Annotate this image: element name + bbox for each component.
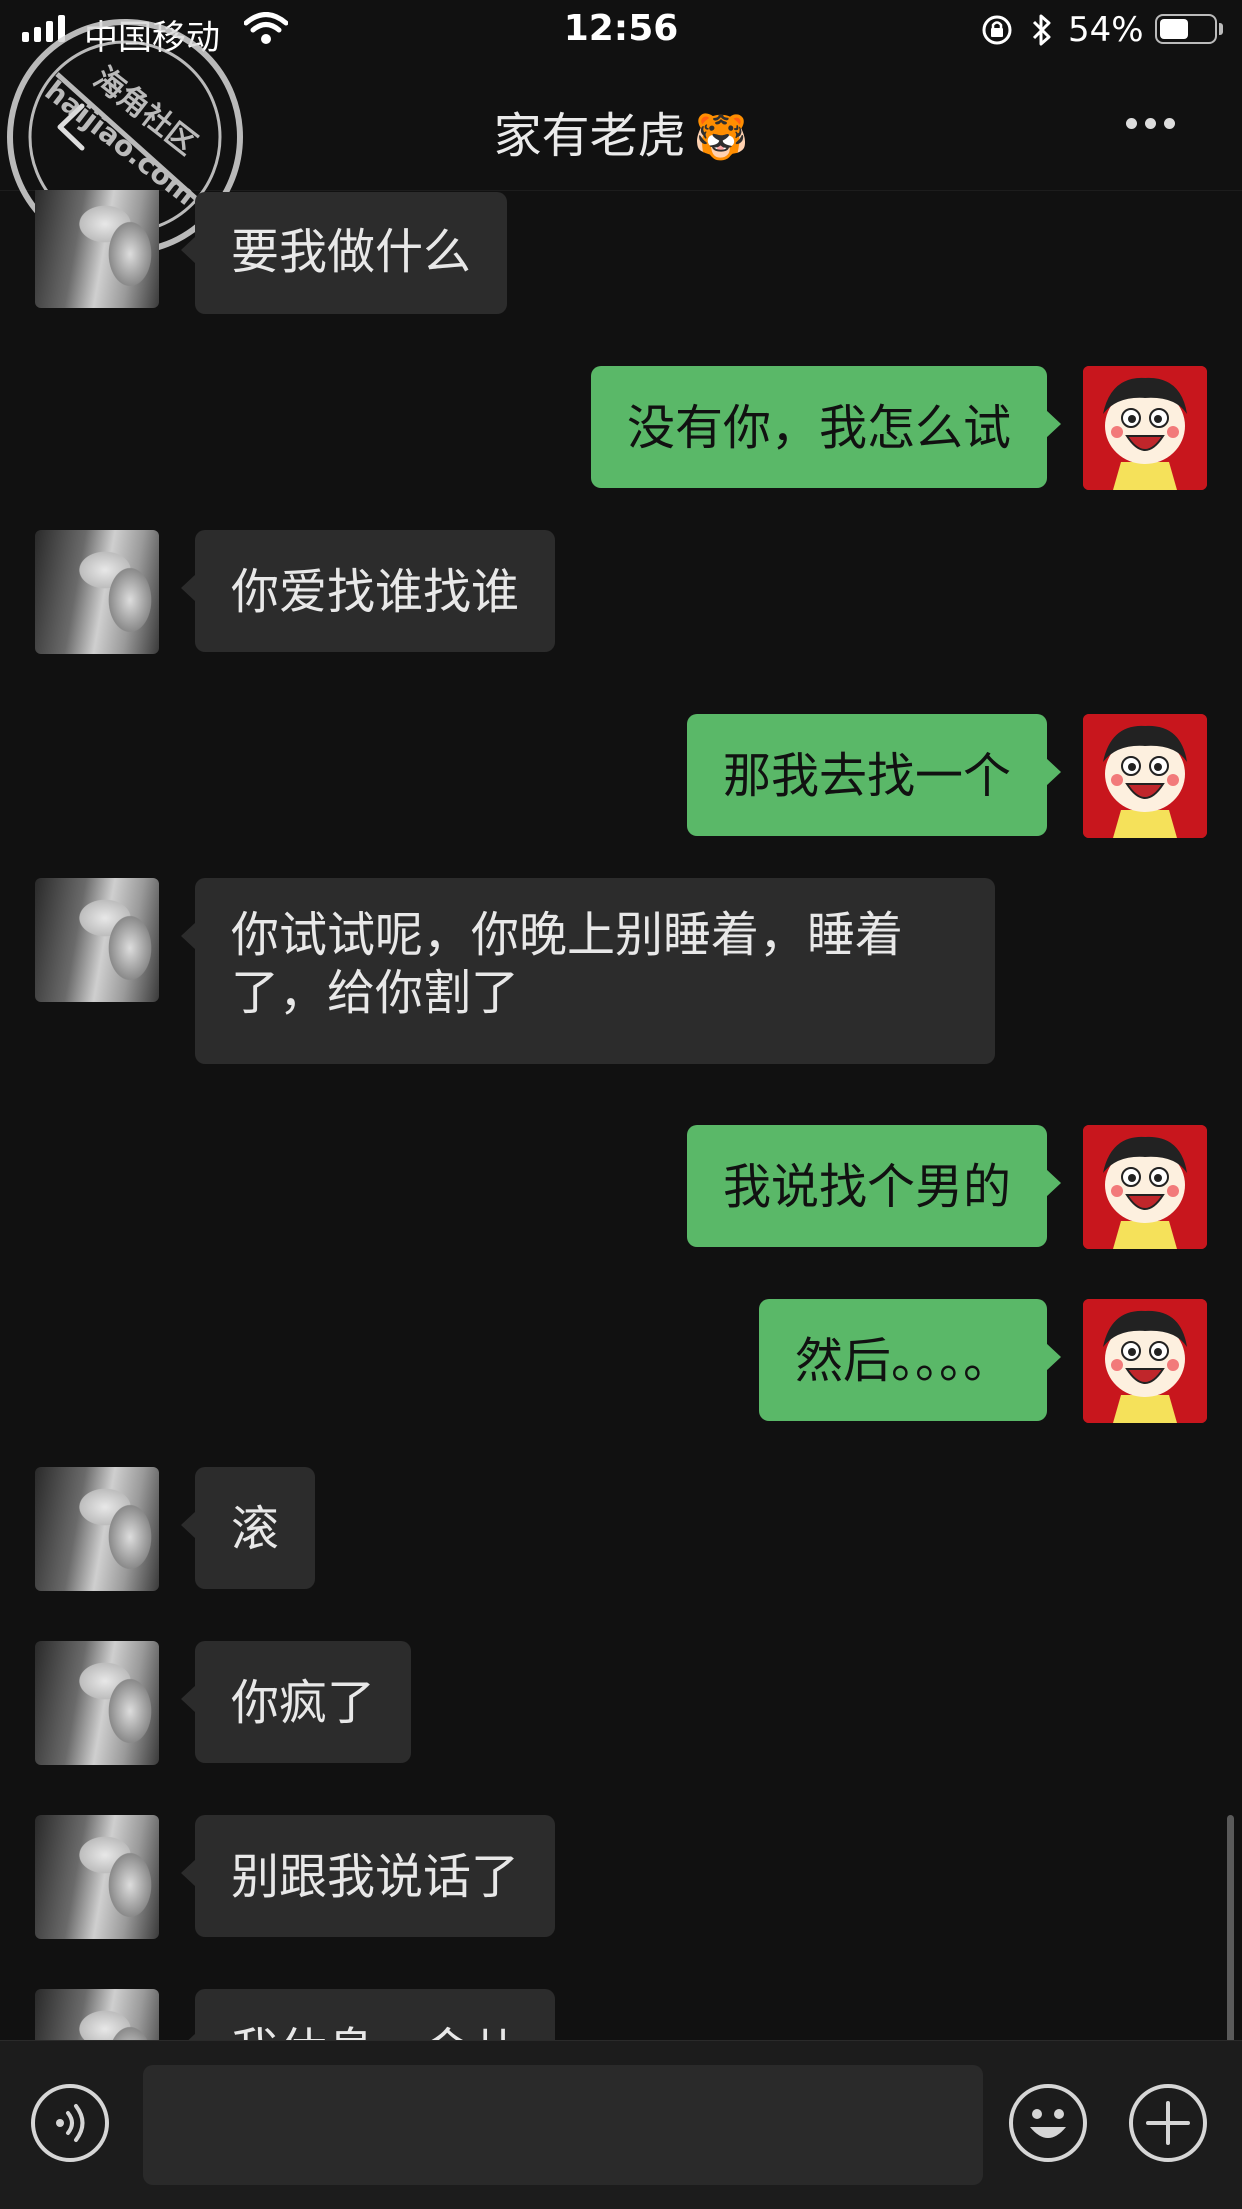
my-avatar[interactable] (1083, 366, 1207, 490)
message-bubble-outgoing[interactable]: 没有你，我怎么试 (590, 366, 1062, 488)
tiger-emoji-icon: 🐯 (693, 112, 749, 163)
message-bubble-incoming[interactable]: 要我做什么 (180, 192, 508, 314)
message-bubble-incoming[interactable]: 你疯了 (180, 1641, 412, 1763)
battery-percent: 54% (1068, 10, 1144, 50)
rotation-lock-icon (982, 15, 1012, 45)
battery-level (1160, 19, 1188, 39)
cartoon-boy-avatar-icon (1083, 1299, 1207, 1423)
message-input[interactable] (143, 2065, 983, 2185)
battery-icon (1155, 14, 1217, 44)
contact-avatar[interactable] (35, 1641, 159, 1765)
message-row: 你试试呢，你晚上别睡着，睡着了，给你割了 (0, 878, 1242, 1070)
message-bubble-incoming[interactable]: 你爱找谁找谁 (180, 530, 556, 652)
message-text: 你试试呢，你晚上别睡着，睡着了，给你割了 (231, 907, 904, 1021)
contact-avatar[interactable] (35, 1467, 159, 1591)
add-icon[interactable] (1128, 2083, 1208, 2163)
cartoon-boy-avatar-icon (1083, 1125, 1207, 1249)
message-bubble-incoming[interactable]: 我休息一会儿 (180, 1989, 556, 2040)
more-icon[interactable] (1126, 118, 1175, 129)
cartoon-boy-avatar-icon (1083, 366, 1207, 490)
message-text: 然后。。。。 (794, 1333, 1011, 1389)
message-text: 我休息一会儿 (231, 2023, 519, 2040)
message-row: 我休息一会儿 (0, 1989, 1242, 2040)
bluetooth-icon (1032, 14, 1051, 46)
message-row: 滚 (0, 1467, 1242, 1597)
message-text: 我说找个男的 (722, 1159, 1011, 1215)
message-text: 没有你，我怎么试 (626, 400, 1011, 456)
message-text: 要我做什么 (231, 224, 472, 280)
chat-scrollbar[interactable] (1227, 1815, 1234, 2040)
contact-avatar[interactable] (35, 190, 159, 308)
my-avatar[interactable] (1083, 714, 1207, 838)
message-row: 那我去找一个 (0, 714, 1242, 838)
message-row: 没有你，我怎么试 (0, 366, 1242, 490)
message-row: 要我做什么 (0, 190, 1242, 314)
message-text: 别跟我说话了 (231, 1849, 520, 1905)
my-avatar[interactable] (1083, 1125, 1207, 1249)
chat-title-text: 家有老虎 (493, 108, 686, 164)
message-text: 滚 (231, 1501, 280, 1557)
message-row: 别跟我说话了 (0, 1815, 1242, 1945)
message-text: 你爱找谁找谁 (231, 564, 520, 620)
message-bubble-outgoing[interactable]: 然后。。。。 (758, 1299, 1062, 1421)
voice-icon[interactable] (30, 2083, 110, 2163)
message-text: 你疯了 (231, 1675, 376, 1731)
message-bubble-incoming[interactable]: 你试试呢，你晚上别睡着，睡着了，给你割了 (181, 878, 995, 1064)
emoji-icon[interactable] (1008, 2083, 1088, 2163)
battery-cap (1219, 23, 1223, 35)
message-row: 我说找个男的 (0, 1125, 1242, 1249)
contact-avatar[interactable] (35, 1815, 159, 1939)
message-bubble-incoming[interactable]: 滚 (180, 1467, 316, 1589)
contact-avatar[interactable] (35, 878, 159, 1002)
message-text: 那我去找一个 (722, 748, 1011, 804)
chat-history[interactable]: 要我做什么 没有你，我怎么试 你爱找谁找谁 那我去找一个 你试试呢，你晚上别睡着… (0, 190, 1242, 2040)
input-bar (0, 2040, 1242, 2209)
message-bubble-outgoing[interactable]: 那我去找一个 (686, 714, 1062, 836)
message-row: 你疯了 (0, 1641, 1242, 1771)
contact-avatar[interactable] (35, 530, 159, 654)
cartoon-boy-avatar-icon (1083, 714, 1207, 838)
my-avatar[interactable] (1083, 1299, 1207, 1423)
message-bubble-outgoing[interactable]: 我说找个男的 (686, 1125, 1062, 1247)
message-row: 你爱找谁找谁 (0, 530, 1242, 660)
contact-avatar[interactable] (35, 1989, 159, 2040)
message-bubble-incoming[interactable]: 别跟我说话了 (180, 1815, 556, 1937)
message-row: 然后。。。。 (0, 1299, 1242, 1423)
